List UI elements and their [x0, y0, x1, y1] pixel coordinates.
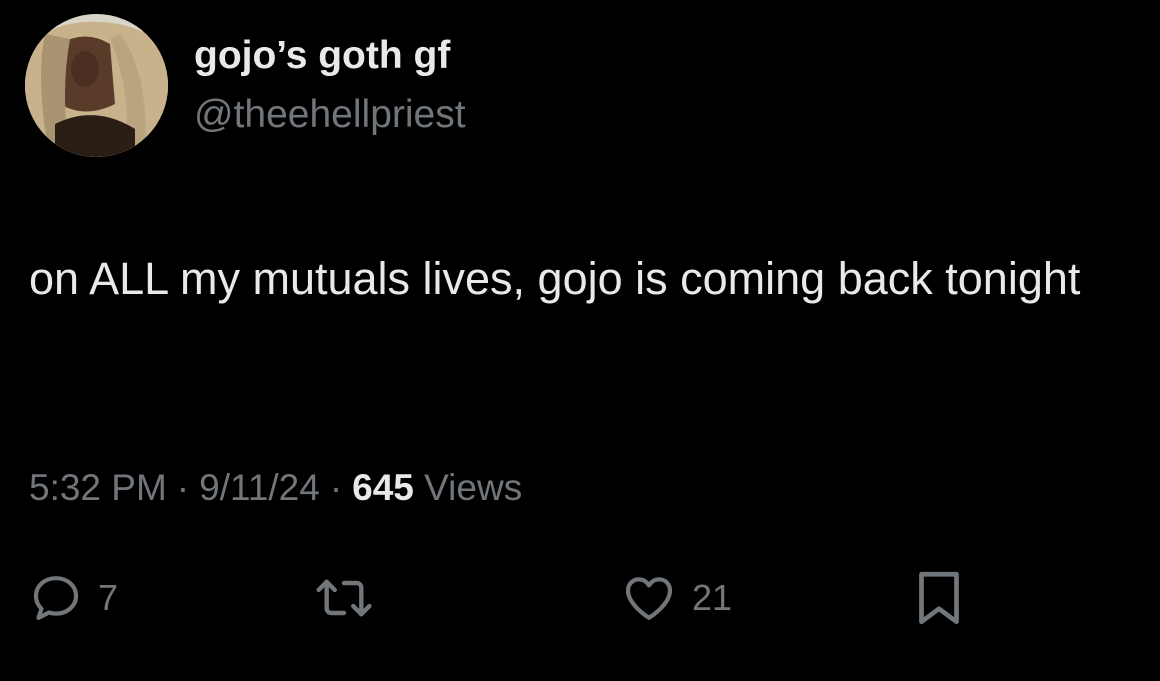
tweet-date[interactable]: 9/11/24: [199, 467, 320, 508]
display-name[interactable]: gojo’s goth gf: [194, 34, 450, 78]
retweet-icon: [314, 570, 374, 626]
avatar[interactable]: [25, 14, 168, 157]
meta-separator: ·: [329, 467, 343, 508]
avatar-image: [25, 14, 168, 157]
user-handle[interactable]: @theehellpriest: [194, 93, 466, 137]
like-count: 21: [692, 577, 733, 618]
tweet-time[interactable]: 5:32 PM: [29, 467, 167, 508]
tweet-meta: 5:32 PM · 9/11/24 · 645 Views: [29, 467, 522, 509]
reply-button[interactable]: 7: [28, 568, 118, 628]
heart-icon: [620, 570, 678, 626]
views-label[interactable]: Views: [424, 467, 522, 508]
views-count[interactable]: 645: [352, 467, 414, 508]
bookmark-button[interactable]: [913, 568, 965, 628]
reply-count: 7: [98, 577, 119, 618]
meta-separator: ·: [176, 467, 190, 508]
bookmark-icon: [913, 568, 965, 628]
action-bar: 7 21: [0, 560, 1160, 640]
tweet-text: on ALL my mutuals lives, gojo is coming …: [29, 253, 1081, 304]
reply-icon: [28, 570, 84, 626]
like-button[interactable]: 21: [620, 568, 732, 628]
retweet-button[interactable]: [314, 568, 374, 628]
tweet-card: gojo’s goth gf @theehellpriest on ALL my…: [0, 0, 1160, 681]
